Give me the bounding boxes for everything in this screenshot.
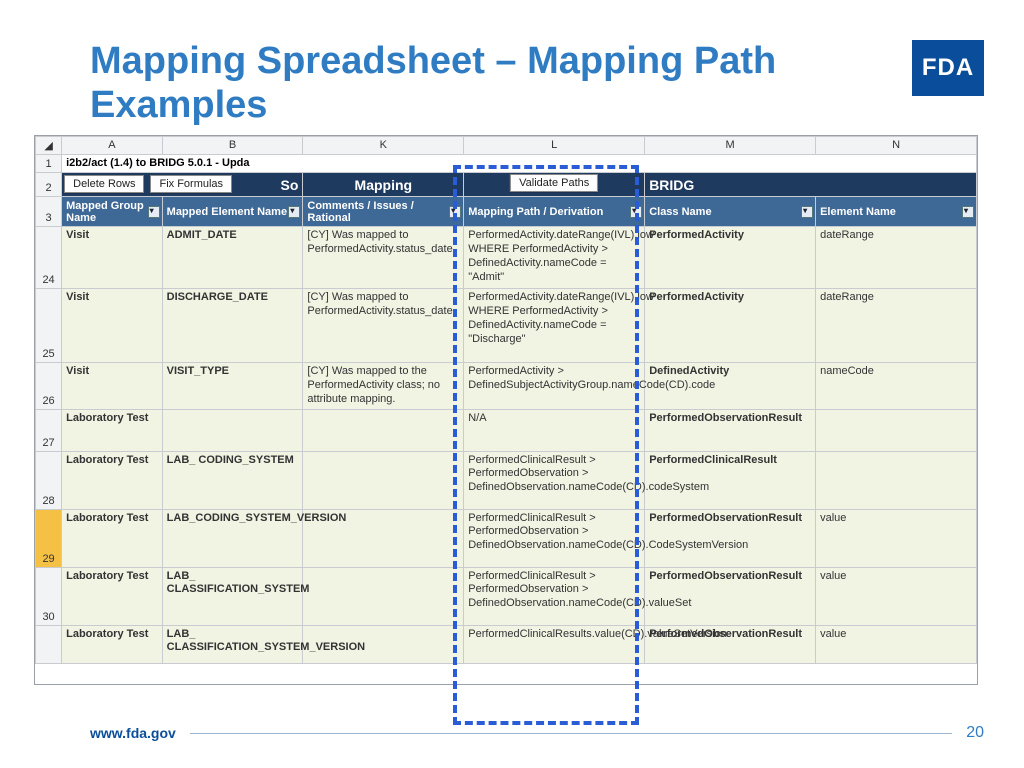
row-number[interactable]: 28 (36, 451, 62, 509)
cell-mapping-path[interactable]: PerformedActivity.dateRange(IVL).low WHE… (464, 227, 645, 289)
cell-comments[interactable] (303, 567, 464, 625)
filter-icon[interactable] (288, 206, 300, 218)
row-number[interactable]: 3 (36, 197, 62, 227)
cell-element-name[interactable] (816, 451, 977, 509)
cell-mapped-group[interactable]: Laboratory Test (62, 409, 163, 451)
cell-comments[interactable]: [CY] Was mapped to PerformedActivity.sta… (303, 227, 464, 289)
select-all-cell[interactable]: ◢ (36, 137, 62, 155)
cell-comments[interactable] (303, 409, 464, 451)
cell-element-name[interactable] (816, 409, 977, 451)
workbook-title-cell[interactable]: i2b2/act (1.4) to BRIDG 5.0.1 - Upda (62, 155, 977, 173)
cell-mapping-path[interactable]: PerformedActivity.dateRange(IVL).low WHE… (464, 289, 645, 363)
row-number[interactable]: 2 (36, 173, 62, 197)
cell-mapped-element[interactable]: ADMIT_DATE (162, 227, 303, 289)
cell-element-name[interactable]: nameCode (816, 363, 977, 409)
filter-icon[interactable] (962, 206, 974, 218)
row-number[interactable]: 24 (36, 227, 62, 289)
cell-mapped-element[interactable]: LAB_ CLASSIFICATION_SYSTEM (162, 567, 303, 625)
cell-mapped-element[interactable]: LAB_ CLASSIFICATION_SYSTEM_VERSION (162, 625, 303, 663)
footer-url[interactable]: www.fda.gov (90, 725, 176, 741)
cell-mapped-group[interactable]: Laboratory Test (62, 451, 163, 509)
fda-logo: FDA (912, 40, 984, 96)
cell-comments[interactable]: [CY] Was mapped to PerformedActivity.sta… (303, 289, 464, 363)
delete-rows-button[interactable]: Delete Rows (64, 175, 144, 193)
cell-class-name[interactable]: PerformedActivity (645, 289, 816, 363)
slide-title: Mapping Spreadsheet – Mapping Path Examp… (40, 40, 912, 127)
column-header-L[interactable]: L (464, 137, 645, 155)
cell-mapped-element[interactable]: LAB_ CODING_SYSTEM (162, 451, 303, 509)
row-number[interactable]: 1 (36, 155, 62, 173)
cell-class-name[interactable]: PerformedObservationResult (645, 567, 816, 625)
cell-mapped-element[interactable]: DISCHARGE_DATE (162, 289, 303, 363)
section-header-source: Delete Rows Fix Formulas So (62, 173, 303, 197)
footer-divider (190, 733, 952, 734)
filter-icon[interactable] (630, 206, 642, 218)
column-header-M[interactable]: M (645, 137, 816, 155)
cell-mapping-path[interactable]: PerformedClinicalResult > PerformedObser… (464, 451, 645, 509)
column-header-B[interactable]: B (162, 137, 303, 155)
header-N[interactable]: Element Name (816, 197, 977, 227)
section-header-bridg: BRIDG (645, 173, 977, 197)
header-K[interactable]: Comments / Issues / Rational (303, 197, 464, 227)
cell-class-name[interactable]: PerformedActivity (645, 227, 816, 289)
fix-formulas-button[interactable]: Fix Formulas (150, 175, 232, 193)
cell-mapped-group[interactable]: Laboratory Test (62, 625, 163, 663)
cell-class-name[interactable]: PerformedObservationResult (645, 409, 816, 451)
row-number[interactable] (36, 625, 62, 663)
cell-element-name[interactable]: dateRange (816, 289, 977, 363)
cell-mapping-path[interactable]: PerformedClinicalResults.value(CD).value… (464, 625, 645, 663)
filter-icon[interactable] (801, 206, 813, 218)
cell-mapped-group[interactable]: Laboratory Test (62, 567, 163, 625)
section-header-mapping: Mapping (303, 173, 464, 197)
cell-mapped-group[interactable]: Visit (62, 363, 163, 409)
section-header-validate: Validate Paths (464, 173, 645, 197)
cell-mapping-path[interactable]: N/A (464, 409, 645, 451)
cell-element-name[interactable]: value (816, 625, 977, 663)
header-B[interactable]: Mapped Element Name (162, 197, 303, 227)
cell-class-name[interactable]: PerformedObservationResult (645, 509, 816, 567)
column-header-K[interactable]: K (303, 137, 464, 155)
row-number[interactable]: 29 (36, 509, 62, 567)
header-A[interactable]: Mapped Group Name (62, 197, 163, 227)
cell-mapped-group[interactable]: Visit (62, 227, 163, 289)
column-header-N[interactable]: N (816, 137, 977, 155)
header-M[interactable]: Class Name (645, 197, 816, 227)
header-L[interactable]: Mapping Path / Derivation (464, 197, 645, 227)
cell-element-name[interactable]: value (816, 567, 977, 625)
cell-mapping-path[interactable]: PerformedClinicalResult > PerformedObser… (464, 509, 645, 567)
cell-mapped-group[interactable]: Visit (62, 289, 163, 363)
row-number[interactable]: 25 (36, 289, 62, 363)
cell-mapping-path[interactable]: PerformedClinicalResult > PerformedObser… (464, 567, 645, 625)
cell-element-name[interactable]: value (816, 509, 977, 567)
row-number[interactable]: 30 (36, 567, 62, 625)
cell-comments[interactable]: [CY] Was mapped to the PerformedActivity… (303, 363, 464, 409)
cell-comments[interactable] (303, 451, 464, 509)
filter-icon[interactable] (449, 206, 461, 218)
spreadsheet: ◢ABKLMN 1i2b2/act (1.4) to BRIDG 5.0.1 - … (34, 135, 978, 685)
cell-mapped-group[interactable]: Laboratory Test (62, 509, 163, 567)
cell-mapped-element[interactable]: LAB_CODING_SYSTEM_VERSION (162, 509, 303, 567)
row-number[interactable]: 26 (36, 363, 62, 409)
cell-element-name[interactable]: dateRange (816, 227, 977, 289)
column-header-A[interactable]: A (62, 137, 163, 155)
cell-class-name[interactable]: PerformedClinicalResult (645, 451, 816, 509)
cell-mapping-path[interactable]: PerformedActivity > DefinedSubjectActivi… (464, 363, 645, 409)
filter-icon[interactable] (148, 206, 160, 218)
cell-class-name[interactable]: PerformedObservationResult (645, 625, 816, 663)
validate-paths-button[interactable]: Validate Paths (510, 174, 598, 192)
cell-mapped-element[interactable] (162, 409, 303, 451)
cell-mapped-element[interactable]: VISIT_TYPE (162, 363, 303, 409)
page-number: 20 (966, 724, 984, 742)
row-number[interactable]: 27 (36, 409, 62, 451)
